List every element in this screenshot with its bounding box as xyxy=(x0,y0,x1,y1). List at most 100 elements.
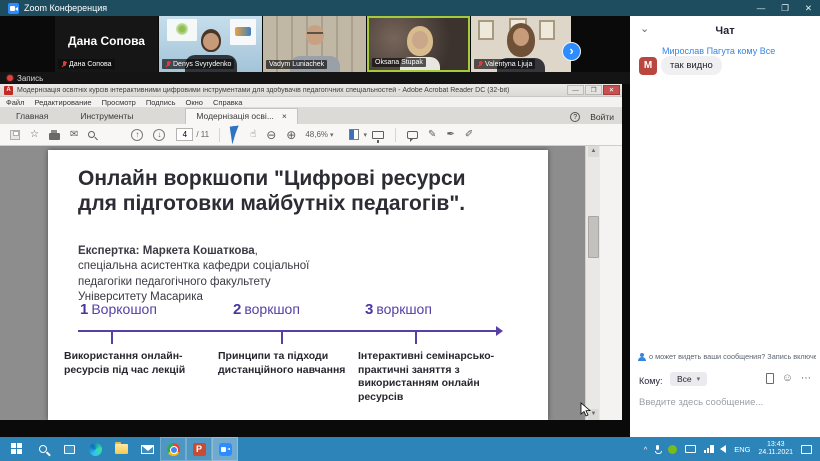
next-participants-button[interactable]: › xyxy=(562,42,581,61)
recipient-caret-icon: ▾ xyxy=(697,375,701,383)
person-icon xyxy=(638,353,646,361)
page-view-icon[interactable] xyxy=(349,129,359,140)
page-number-input[interactable] xyxy=(176,128,193,141)
chat-message-sender: Мирослав Пагута кому Все xyxy=(662,46,775,56)
timeline-heading-2: 2воркшоп xyxy=(233,301,300,318)
close-button[interactable]: ✕ xyxy=(805,3,812,14)
menu-view[interactable]: Просмотр xyxy=(102,98,136,107)
next-page-icon[interactable]: ↓ xyxy=(153,129,165,141)
acrobat-window-title: Модернізація освітніх курсів інтерактивн… xyxy=(17,87,563,94)
emoji-icon[interactable]: ☺ xyxy=(782,373,793,384)
chat-message-input[interactable] xyxy=(639,397,811,408)
pencil-icon[interactable]: ✎ xyxy=(428,130,436,140)
mouse-cursor xyxy=(580,402,591,417)
start-button[interactable] xyxy=(4,437,30,461)
email-icon[interactable]: ✉ xyxy=(70,130,78,140)
print-icon[interactable] xyxy=(49,133,60,140)
stamp-icon[interactable]: ✐ xyxy=(465,130,473,140)
zoom-out-icon[interactable]: ⊖ xyxy=(266,130,276,140)
taskbar: P ^ ENG 13:43 24.11.2021 xyxy=(0,437,820,461)
video-strip: Дана Сопова Дана Сопова Denys Svyrydenko… xyxy=(0,16,630,72)
tray-app-icon[interactable] xyxy=(668,445,677,454)
zoom-caret-icon[interactable]: ▾ xyxy=(330,131,334,139)
chat-visibility-note: о может видеть ваши сообщения? Запись вк… xyxy=(638,352,816,361)
chrome-icon[interactable] xyxy=(160,437,186,461)
timeline-heading-1: 1Воркошоп xyxy=(80,301,157,318)
acrobat-toolbar: ☆ ✉ ↑ ↓ / 11 ☝ ⊖ ⊕ 48,6% ▾ ▾ ✎ ✒ ✐ xyxy=(0,124,622,146)
tab-document[interactable]: Модернізація осві... × xyxy=(185,108,298,124)
video-tile-dana-sopova[interactable]: Дана Сопова Дана Сопова xyxy=(55,16,158,72)
select-tool-icon[interactable] xyxy=(230,125,241,144)
acrobat-minimize-button[interactable]: — xyxy=(567,85,584,95)
participant-name-label: Дана Сопова xyxy=(69,61,112,68)
tab-close-icon[interactable]: × xyxy=(282,111,287,121)
help-icon[interactable]: ? xyxy=(570,112,580,122)
timeline-desc-1: Використання онлайн-ресурсів під час лек… xyxy=(64,350,186,377)
chat-recipient-select[interactable]: Все ▾ xyxy=(670,372,707,386)
acrobat-close-button[interactable]: ✕ xyxy=(603,85,620,95)
hand-tool-icon[interactable]: ☝ xyxy=(250,130,256,140)
participant-name-label: Valentyna Ljuja xyxy=(485,61,532,68)
restore-button[interactable]: ❐ xyxy=(781,3,789,14)
task-view-icon[interactable] xyxy=(56,437,82,461)
tray-mic-icon[interactable] xyxy=(655,445,660,453)
tab-home[interactable]: Главная xyxy=(0,109,64,124)
slide-title: Онлайн воркшопи "Цифрові ресурси для під… xyxy=(78,166,490,216)
acrobat-restore-button[interactable]: ❐ xyxy=(585,85,602,95)
scrollbar-thumb[interactable] xyxy=(588,216,599,258)
timeline-tick xyxy=(415,332,417,344)
notification-center-icon[interactable] xyxy=(801,445,812,454)
picture-frame xyxy=(539,20,555,40)
comment-icon[interactable] xyxy=(407,131,418,139)
previous-page-icon[interactable]: ↑ xyxy=(131,129,143,141)
powerpoint-icon[interactable]: P xyxy=(186,437,212,461)
menu-window[interactable]: Окно xyxy=(186,98,203,107)
timeline-desc-2: Принципи та підходи дистанційного навчан… xyxy=(218,350,350,377)
document-area: Онлайн воркшопи "Цифрові ресурси для під… xyxy=(0,146,600,420)
zoom-level-value[interactable]: 48,6% xyxy=(305,130,328,139)
chat-title: Чат xyxy=(630,25,820,37)
tab-tools[interactable]: Инструменты xyxy=(64,109,149,124)
language-indicator[interactable]: ENG xyxy=(734,445,750,454)
tray-chevron-icon[interactable]: ^ xyxy=(644,445,648,454)
zoom-window-titlebar: Zoom Конференция — ❐ ✕ xyxy=(0,0,820,16)
acrobat-app-icon: A xyxy=(4,86,13,95)
menu-sign[interactable]: Подпись xyxy=(146,98,176,107)
participant-name-label: Oksana Stupak xyxy=(375,59,423,66)
fill-sign-icon[interactable]: ✒ xyxy=(446,130,454,140)
recording-label: Запись xyxy=(17,74,43,83)
background-poster xyxy=(230,19,256,45)
page-view-caret-icon[interactable]: ▾ xyxy=(364,131,368,139)
menu-help[interactable]: Справка xyxy=(213,98,242,107)
mail-icon[interactable] xyxy=(134,437,160,461)
save-icon[interactable] xyxy=(10,130,20,140)
menu-file[interactable]: Файл xyxy=(6,98,24,107)
acrobat-titlebar: A Модернізація освітніх курсів інтеракти… xyxy=(0,84,622,97)
taskbar-search-icon[interactable] xyxy=(30,437,56,461)
volume-icon[interactable] xyxy=(720,445,726,453)
sign-in-button[interactable]: Войти xyxy=(590,112,614,122)
video-tile-denys-svyrydenko[interactable]: Denys Svyrydenko xyxy=(159,16,262,72)
minimize-button[interactable]: — xyxy=(757,3,766,14)
scroll-up-icon[interactable]: ▲ xyxy=(588,146,599,157)
video-tile-valentyna-ljuja[interactable]: Valentyna Ljuja xyxy=(471,16,571,72)
zoom-in-icon[interactable]: ⊕ xyxy=(286,130,296,140)
attach-file-icon[interactable] xyxy=(766,373,774,384)
file-explorer-icon[interactable] xyxy=(108,437,134,461)
tray-keyboard-icon[interactable] xyxy=(685,445,696,453)
zoom-taskbar-icon[interactable] xyxy=(212,437,238,461)
star-icon[interactable]: ☆ xyxy=(30,130,39,140)
menu-edit[interactable]: Редактирование xyxy=(34,98,91,107)
zoom-app-icon xyxy=(8,3,19,14)
video-tile-oksana-stupak[interactable]: Oksana Stupak xyxy=(367,16,470,72)
search-icon[interactable] xyxy=(88,131,95,138)
clock[interactable]: 13:43 24.11.2021 xyxy=(758,441,793,458)
vertical-scrollbar[interactable]: ▲ ▼ xyxy=(585,146,600,420)
participant-display-name: Дана Сопова xyxy=(55,34,158,48)
edge-icon[interactable] xyxy=(82,437,108,461)
video-tile-vadym-luniachek[interactable]: Vadym Luniachek xyxy=(263,16,366,72)
chat-more-icon[interactable]: ⋯ xyxy=(801,373,811,384)
page-count-label: / 11 xyxy=(196,130,209,139)
presentation-mode-icon[interactable] xyxy=(372,131,384,139)
background-poster xyxy=(167,19,197,41)
